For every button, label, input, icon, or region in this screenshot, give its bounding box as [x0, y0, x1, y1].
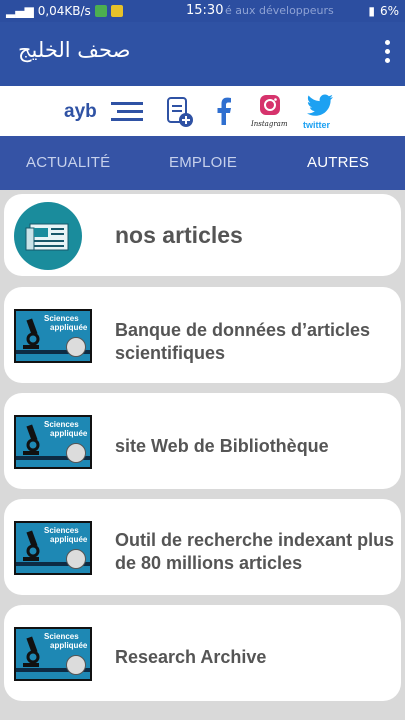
facebook-icon[interactable] — [216, 97, 232, 125]
share-icon-bar: ayb Instagram twitter — [0, 80, 405, 136]
header-card: nos articles — [4, 194, 401, 276]
notification-icon — [94, 5, 107, 17]
twitter-button[interactable]: twitter — [300, 92, 340, 132]
ayb-logo[interactable]: ayb — [64, 101, 97, 123]
microscope-icon — [23, 636, 40, 667]
item-label: Banque de données d’articles scientifiqu… — [115, 320, 371, 363]
app-title: صحف الخليج — [18, 38, 131, 62]
item-label: Outil de recherche indexant plus de 80 m… — [115, 530, 395, 573]
thumb-text-1: Sciences — [44, 632, 79, 641]
header-label: nos articles — [115, 222, 243, 248]
app-bar: صحف الخليج — [0, 22, 405, 80]
battery-icon: ▮ — [368, 4, 375, 18]
sciences-thumbnail: Sciences appliquée — [14, 415, 92, 469]
tab-actualite[interactable]: ACTUALITÉ — [26, 154, 110, 171]
thumb-text-1: Sciences — [44, 526, 79, 535]
tab-bar: ACTUALITÉ EMPLOIE AUTRES — [0, 136, 405, 190]
tab-emploie[interactable]: EMPLOIE — [169, 154, 237, 171]
thumb-text-1: Sciences — [44, 314, 79, 323]
network-speed: 0,04KB/s — [37, 4, 91, 18]
instagram-caption: Instagram — [251, 120, 288, 128]
notification-icon-2 — [110, 5, 123, 17]
battery-level: 6% — [379, 4, 399, 18]
sciences-thumbnail: Sciences appliquée — [14, 627, 92, 681]
signal-icon: ▂▄▆ — [6, 4, 34, 18]
list-item[interactable]: Sciences appliquée site Web de Bibliothè… — [4, 393, 401, 489]
item-label: Research Archive — [115, 647, 267, 667]
list-item[interactable]: Sciences appliquée Outil de recherche in… — [4, 499, 401, 595]
microscope-icon — [23, 424, 40, 455]
list-item[interactable]: Sciences appliquée Research Archive — [4, 605, 401, 701]
avatar — [66, 443, 86, 463]
thumb-text-2: appliquée — [50, 641, 88, 650]
tab-autres[interactable]: AUTRES — [307, 154, 369, 171]
twitter-icon — [307, 94, 333, 116]
avatar — [66, 337, 86, 357]
status-right: ▮ 6% — [368, 4, 399, 18]
avatar — [66, 549, 86, 569]
status-bar: ▂▄▆ 0,04KB/s 15:30 é aux développeurs ▮ … — [0, 0, 405, 22]
thumb-text-1: Sciences — [44, 420, 79, 429]
microscope-icon — [23, 530, 40, 561]
sciences-thumbnail: Sciences appliquée — [14, 309, 92, 363]
thumb-text-2: appliquée — [50, 535, 88, 544]
newspaper-icon — [14, 202, 82, 270]
list-item[interactable]: Sciences appliquée Banque de données d’a… — [4, 287, 401, 383]
toast-ghost-text: é aux développeurs — [225, 4, 334, 17]
menu-lines-icon[interactable] — [111, 102, 143, 122]
sciences-thumbnail: Sciences appliquée — [14, 521, 92, 575]
thumb-text-2: appliquée — [50, 429, 88, 438]
clock: 15:30 — [186, 3, 224, 18]
avatar — [66, 655, 86, 675]
microscope-icon — [23, 318, 40, 349]
thumb-text-2: appliquée — [50, 323, 88, 332]
item-label: site Web de Bibliothèque — [115, 436, 329, 456]
status-left: ▂▄▆ 0,04KB/s — [6, 4, 123, 18]
instagram-icon — [260, 95, 280, 115]
instagram-button[interactable]: Instagram — [251, 92, 289, 132]
more-vert-icon[interactable] — [383, 40, 391, 63]
twitter-caption: twitter — [303, 120, 330, 130]
add-document-icon[interactable] — [166, 96, 194, 128]
